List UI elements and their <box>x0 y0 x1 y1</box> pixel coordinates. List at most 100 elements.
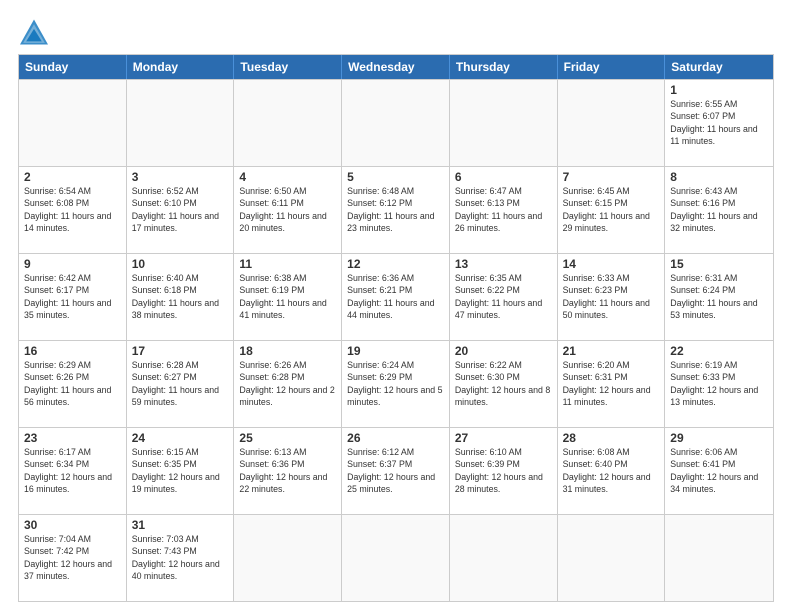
day-info: Sunrise: 6:54 AM Sunset: 6:08 PM Dayligh… <box>24 185 121 234</box>
day-cell-25: 25Sunrise: 6:13 AM Sunset: 6:36 PM Dayli… <box>234 428 342 514</box>
day-number: 1 <box>670 83 768 97</box>
day-number: 20 <box>455 344 552 358</box>
day-info: Sunrise: 6:33 AM Sunset: 6:23 PM Dayligh… <box>563 272 660 321</box>
day-number: 5 <box>347 170 444 184</box>
day-cell-13: 13Sunrise: 6:35 AM Sunset: 6:22 PM Dayli… <box>450 254 558 340</box>
day-cell-2: 2Sunrise: 6:54 AM Sunset: 6:08 PM Daylig… <box>19 167 127 253</box>
day-number: 13 <box>455 257 552 271</box>
day-cell-11: 11Sunrise: 6:38 AM Sunset: 6:19 PM Dayli… <box>234 254 342 340</box>
day-info: Sunrise: 6:42 AM Sunset: 6:17 PM Dayligh… <box>24 272 121 321</box>
day-cell-empty <box>558 515 666 601</box>
day-number: 24 <box>132 431 229 445</box>
day-cell-8: 8Sunrise: 6:43 AM Sunset: 6:16 PM Daylig… <box>665 167 773 253</box>
day-cell-17: 17Sunrise: 6:28 AM Sunset: 6:27 PM Dayli… <box>127 341 235 427</box>
day-number: 29 <box>670 431 768 445</box>
day-cell-24: 24Sunrise: 6:15 AM Sunset: 6:35 PM Dayli… <box>127 428 235 514</box>
day-info: Sunrise: 6:10 AM Sunset: 6:39 PM Dayligh… <box>455 446 552 495</box>
day-info: Sunrise: 6:47 AM Sunset: 6:13 PM Dayligh… <box>455 185 552 234</box>
day-info: Sunrise: 6:26 AM Sunset: 6:28 PM Dayligh… <box>239 359 336 408</box>
day-info: Sunrise: 6:31 AM Sunset: 6:24 PM Dayligh… <box>670 272 768 321</box>
day-number: 19 <box>347 344 444 358</box>
day-cell-empty <box>19 80 127 166</box>
header-day-thursday: Thursday <box>450 55 558 79</box>
day-info: Sunrise: 6:17 AM Sunset: 6:34 PM Dayligh… <box>24 446 121 495</box>
day-number: 3 <box>132 170 229 184</box>
day-cell-10: 10Sunrise: 6:40 AM Sunset: 6:18 PM Dayli… <box>127 254 235 340</box>
day-cell-19: 19Sunrise: 6:24 AM Sunset: 6:29 PM Dayli… <box>342 341 450 427</box>
header-day-sunday: Sunday <box>19 55 127 79</box>
day-info: Sunrise: 6:19 AM Sunset: 6:33 PM Dayligh… <box>670 359 768 408</box>
day-cell-empty <box>558 80 666 166</box>
calendar-row-2: 9Sunrise: 6:42 AM Sunset: 6:17 PM Daylig… <box>19 253 773 340</box>
day-number: 26 <box>347 431 444 445</box>
day-number: 23 <box>24 431 121 445</box>
day-info: Sunrise: 6:36 AM Sunset: 6:21 PM Dayligh… <box>347 272 444 321</box>
day-number: 18 <box>239 344 336 358</box>
day-cell-empty <box>342 80 450 166</box>
day-info: Sunrise: 6:15 AM Sunset: 6:35 PM Dayligh… <box>132 446 229 495</box>
day-cell-20: 20Sunrise: 6:22 AM Sunset: 6:30 PM Dayli… <box>450 341 558 427</box>
day-cell-empty <box>450 80 558 166</box>
day-cell-22: 22Sunrise: 6:19 AM Sunset: 6:33 PM Dayli… <box>665 341 773 427</box>
day-number: 9 <box>24 257 121 271</box>
day-info: Sunrise: 6:48 AM Sunset: 6:12 PM Dayligh… <box>347 185 444 234</box>
calendar-row-4: 23Sunrise: 6:17 AM Sunset: 6:34 PM Dayli… <box>19 427 773 514</box>
day-info: Sunrise: 6:45 AM Sunset: 6:15 PM Dayligh… <box>563 185 660 234</box>
day-cell-21: 21Sunrise: 6:20 AM Sunset: 6:31 PM Dayli… <box>558 341 666 427</box>
day-cell-3: 3Sunrise: 6:52 AM Sunset: 6:10 PM Daylig… <box>127 167 235 253</box>
day-number: 4 <box>239 170 336 184</box>
day-number: 15 <box>670 257 768 271</box>
day-number: 22 <box>670 344 768 358</box>
day-number: 12 <box>347 257 444 271</box>
calendar-row-1: 2Sunrise: 6:54 AM Sunset: 6:08 PM Daylig… <box>19 166 773 253</box>
day-cell-29: 29Sunrise: 6:06 AM Sunset: 6:41 PM Dayli… <box>665 428 773 514</box>
day-cell-6: 6Sunrise: 6:47 AM Sunset: 6:13 PM Daylig… <box>450 167 558 253</box>
day-number: 16 <box>24 344 121 358</box>
day-cell-28: 28Sunrise: 6:08 AM Sunset: 6:40 PM Dayli… <box>558 428 666 514</box>
day-cell-empty <box>665 515 773 601</box>
calendar-row-0: 1Sunrise: 6:55 AM Sunset: 6:07 PM Daylig… <box>19 79 773 166</box>
header-day-friday: Friday <box>558 55 666 79</box>
day-cell-15: 15Sunrise: 6:31 AM Sunset: 6:24 PM Dayli… <box>665 254 773 340</box>
day-cell-27: 27Sunrise: 6:10 AM Sunset: 6:39 PM Dayli… <box>450 428 558 514</box>
day-info: Sunrise: 6:20 AM Sunset: 6:31 PM Dayligh… <box>563 359 660 408</box>
day-cell-empty <box>234 515 342 601</box>
header-day-monday: Monday <box>127 55 235 79</box>
day-cell-9: 9Sunrise: 6:42 AM Sunset: 6:17 PM Daylig… <box>19 254 127 340</box>
day-info: Sunrise: 6:38 AM Sunset: 6:19 PM Dayligh… <box>239 272 336 321</box>
day-info: Sunrise: 6:50 AM Sunset: 6:11 PM Dayligh… <box>239 185 336 234</box>
day-info: Sunrise: 6:08 AM Sunset: 6:40 PM Dayligh… <box>563 446 660 495</box>
header-day-wednesday: Wednesday <box>342 55 450 79</box>
day-cell-empty <box>450 515 558 601</box>
day-cell-empty <box>127 80 235 166</box>
calendar: SundayMondayTuesdayWednesdayThursdayFrid… <box>18 54 774 602</box>
day-info: Sunrise: 6:55 AM Sunset: 6:07 PM Dayligh… <box>670 98 768 147</box>
day-cell-30: 30Sunrise: 7:04 AM Sunset: 7:42 PM Dayli… <box>19 515 127 601</box>
day-number: 11 <box>239 257 336 271</box>
day-cell-26: 26Sunrise: 6:12 AM Sunset: 6:37 PM Dayli… <box>342 428 450 514</box>
logo <box>18 18 54 46</box>
day-cell-18: 18Sunrise: 6:26 AM Sunset: 6:28 PM Dayli… <box>234 341 342 427</box>
day-number: 17 <box>132 344 229 358</box>
day-cell-4: 4Sunrise: 6:50 AM Sunset: 6:11 PM Daylig… <box>234 167 342 253</box>
day-number: 14 <box>563 257 660 271</box>
day-cell-empty <box>234 80 342 166</box>
day-number: 27 <box>455 431 552 445</box>
calendar-body: 1Sunrise: 6:55 AM Sunset: 6:07 PM Daylig… <box>19 79 773 601</box>
day-cell-23: 23Sunrise: 6:17 AM Sunset: 6:34 PM Dayli… <box>19 428 127 514</box>
day-info: Sunrise: 6:06 AM Sunset: 6:41 PM Dayligh… <box>670 446 768 495</box>
day-info: Sunrise: 6:40 AM Sunset: 6:18 PM Dayligh… <box>132 272 229 321</box>
day-info: Sunrise: 7:04 AM Sunset: 7:42 PM Dayligh… <box>24 533 121 582</box>
calendar-row-3: 16Sunrise: 6:29 AM Sunset: 6:26 PM Dayli… <box>19 340 773 427</box>
page-header <box>18 18 774 46</box>
day-info: Sunrise: 6:28 AM Sunset: 6:27 PM Dayligh… <box>132 359 229 408</box>
day-info: Sunrise: 6:52 AM Sunset: 6:10 PM Dayligh… <box>132 185 229 234</box>
header-day-tuesday: Tuesday <box>234 55 342 79</box>
day-number: 21 <box>563 344 660 358</box>
header-day-saturday: Saturday <box>665 55 773 79</box>
day-number: 28 <box>563 431 660 445</box>
day-number: 2 <box>24 170 121 184</box>
day-cell-empty <box>342 515 450 601</box>
day-cell-12: 12Sunrise: 6:36 AM Sunset: 6:21 PM Dayli… <box>342 254 450 340</box>
day-number: 25 <box>239 431 336 445</box>
